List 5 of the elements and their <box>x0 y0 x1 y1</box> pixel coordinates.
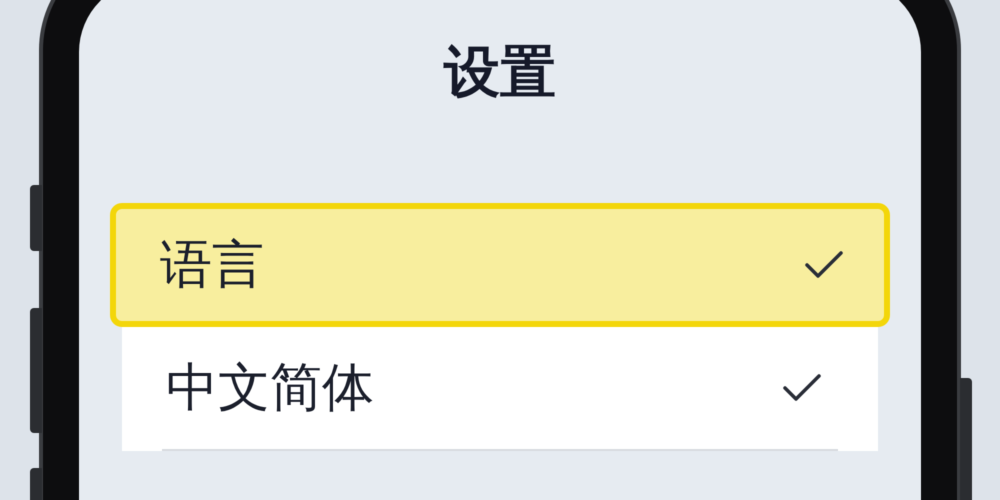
list-item[interactable]: 中文简体 <box>162 327 838 451</box>
item-label: 中文简体 <box>166 362 374 414</box>
item-label: 语言 <box>160 239 264 291</box>
list-item[interactable]: 语言 <box>110 203 890 327</box>
screen-title: 设置 <box>444 45 556 101</box>
